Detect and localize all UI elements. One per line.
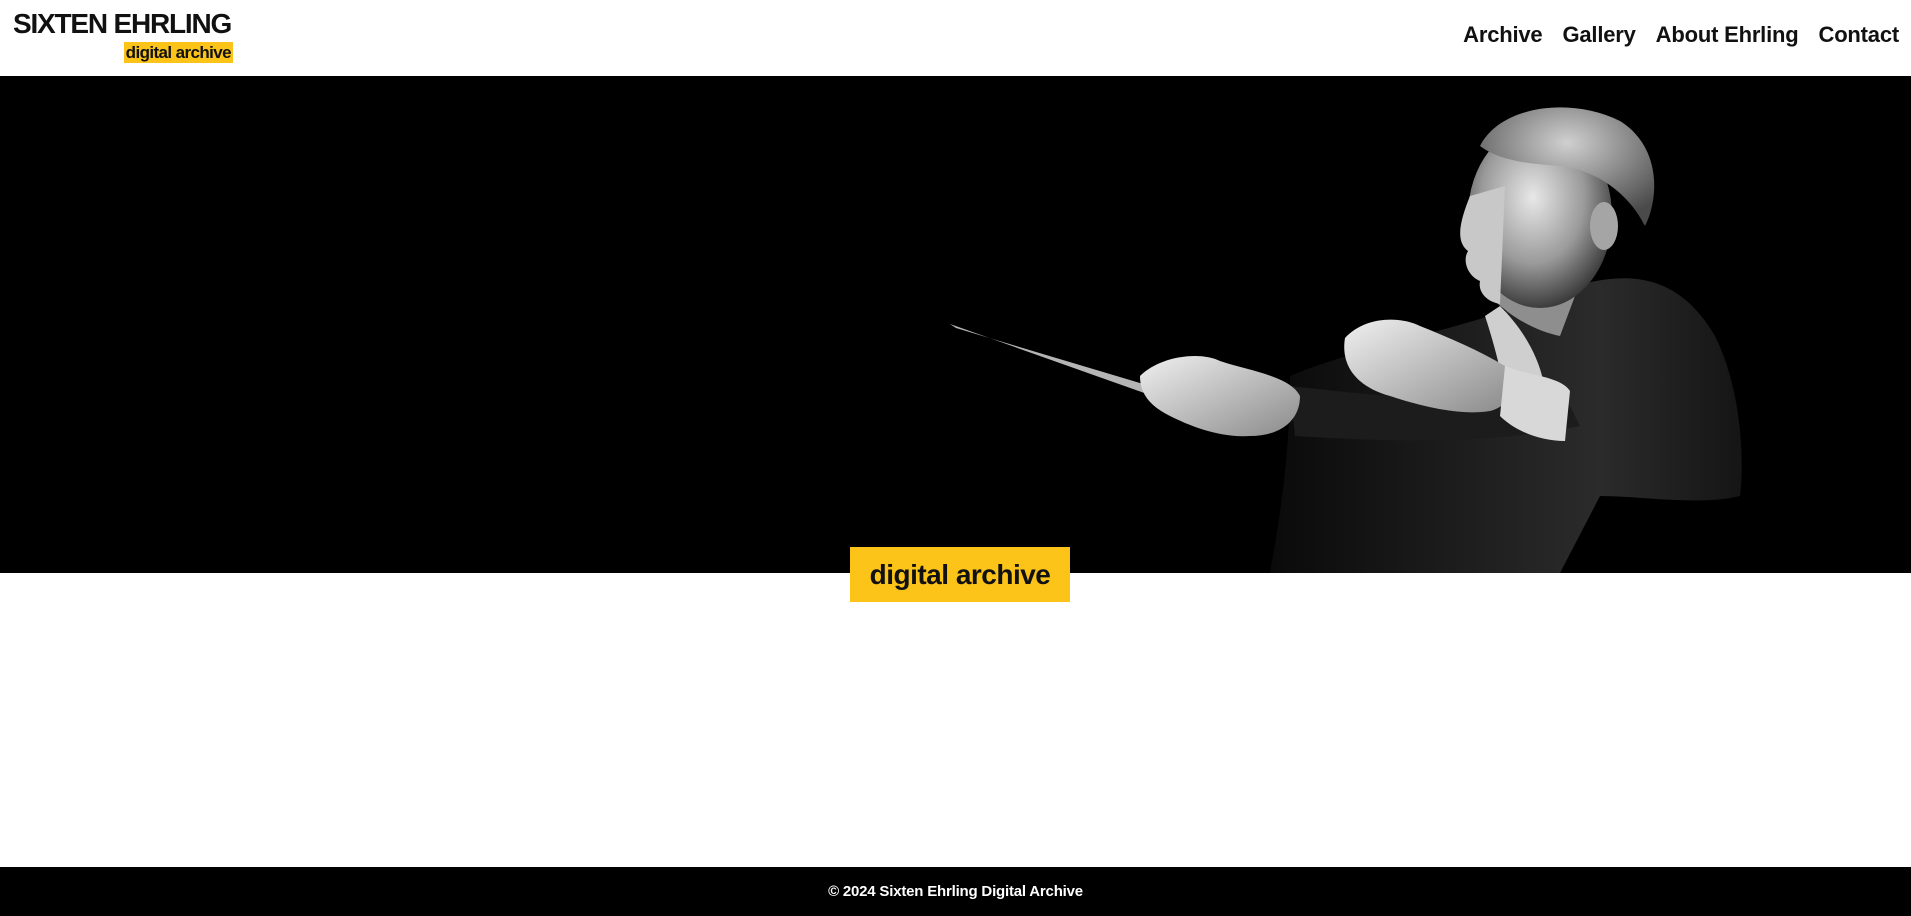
hero-badge: digital archive [850,547,1070,602]
logo-title: SIXTEN EHRLING [13,8,232,39]
hero-banner [0,76,1911,573]
conductor-photo [0,76,1911,573]
footer-copyright: © 2024 Sixten Ehrling Digital Archive [828,883,1083,900]
logo-subtitle: digital archive [123,42,233,63]
site-logo[interactable]: SIXTEN EHRLING digital archive [13,8,235,63]
nav-link-contact[interactable]: Contact [1819,22,1900,48]
page: SIXTEN EHRLING digital archive Archive G… [0,0,1911,916]
nav-link-gallery[interactable]: Gallery [1562,22,1635,48]
site-footer: © 2024 Sixten Ehrling Digital Archive [0,867,1911,916]
nav-link-about-ehrling[interactable]: About Ehrling [1656,22,1799,48]
nav-link-archive[interactable]: Archive [1463,22,1543,48]
conductor-ear [1590,202,1618,250]
main-nav: Archive Gallery About Ehrling Contact [1463,22,1899,48]
site-header: SIXTEN EHRLING digital archive Archive G… [0,0,1911,76]
